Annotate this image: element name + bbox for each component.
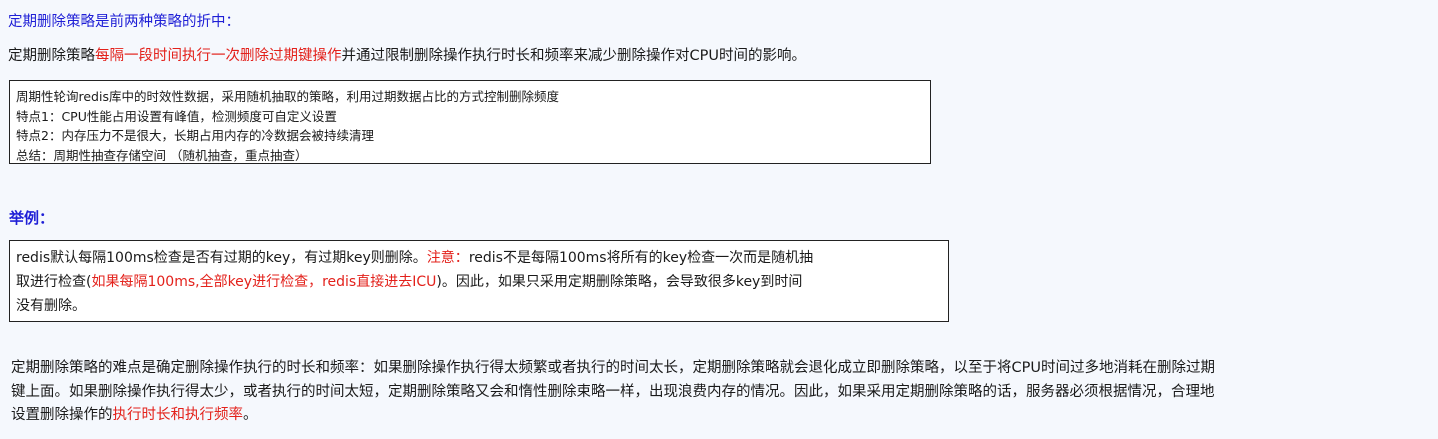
summary-line-3: 特点2：内存压力不是很大，长期占用内存的冷数据会被持续清理 [16,128,374,143]
intro-text-start: 定期删除策略 [8,48,95,64]
example-line-3: 没有删除。 [16,298,86,314]
intro-paragraph: 定期删除策略每隔一段时间执行一次删除过期键操作并通过限制删除操作执行时长和频率来… [8,46,806,66]
example-line-1: redis默认每隔100ms检查是否有过期的key，有过期key则删除。注意：r… [16,246,940,270]
paragraph-line-2: 键上面。如果删除操作执行得太少，或者执行的时间太短，定期删除策略又会和惰性删除束… [11,383,1215,400]
example-line-2: 取进行检查(如果每隔100ms,全部key进行检查，redis直接进去ICU)。… [16,270,940,294]
paragraph-text-3b: 。 [243,407,258,423]
example-box: redis默认每隔100ms检查是否有过期的key，有过期key则删除。注意：r… [9,240,949,322]
paragraph-line-1: 定期删除策略的难点是确定删除操作执行的时长和频率：如果删除操作执行得太频繁或者执… [11,360,1215,376]
section-heading: 定期删除策略是前两种策略的折中： [8,14,240,30]
example-text-2b: )。因此，如果只采用定期删除策略，会导致很多key到时间 [436,274,803,290]
paragraph-line-3: 设置删除操作的执行时长和执行频率。 [11,404,1431,428]
example-text-2a: 取进行检查( [16,274,92,290]
summary-line-4: 总结：周期性抽查存储空间 （随机抽查，重点抽查） [16,147,308,163]
intro-highlight: 每隔一段时间执行一次删除过期键操作 [95,48,342,64]
example-text-1b: redis不是每隔100ms将所有的key检查一次而是随机抽 [468,250,814,266]
example-title: 举例： [9,209,55,227]
example-red-text: 如果每隔100ms,全部key进行检查，redis直接进去ICU [91,274,437,290]
difficulty-paragraph: 定期删除策略的难点是确定删除操作执行的时长和频率：如果删除操作执行得太频繁或者执… [11,357,1431,428]
summary-line-2: 特点1：CPU性能占用设置有峰值，检测频度可自定义设置 [16,108,337,124]
paragraph-highlight: 执行时长和执行频率 [112,407,244,423]
intro-text-end: 并通过限制删除操作执行时长和频率来减少删除操作对CPU时间的影响。 [341,48,806,64]
example-note-label: 注意： [426,250,469,266]
example-text-1a: redis默认每隔100ms检查是否有过期的key，有过期key则删除。 [16,250,427,266]
summary-line-1: 周期性轮询redis库中的时效性数据，采用随机抽取的策略，利用过期数据占比的方式… [16,89,559,104]
paragraph-text-3a: 设置删除操作的 [11,407,113,423]
summary-box: 周期性轮询redis库中的时效性数据，采用随机抽取的策略，利用过期数据占比的方式… [9,80,931,164]
